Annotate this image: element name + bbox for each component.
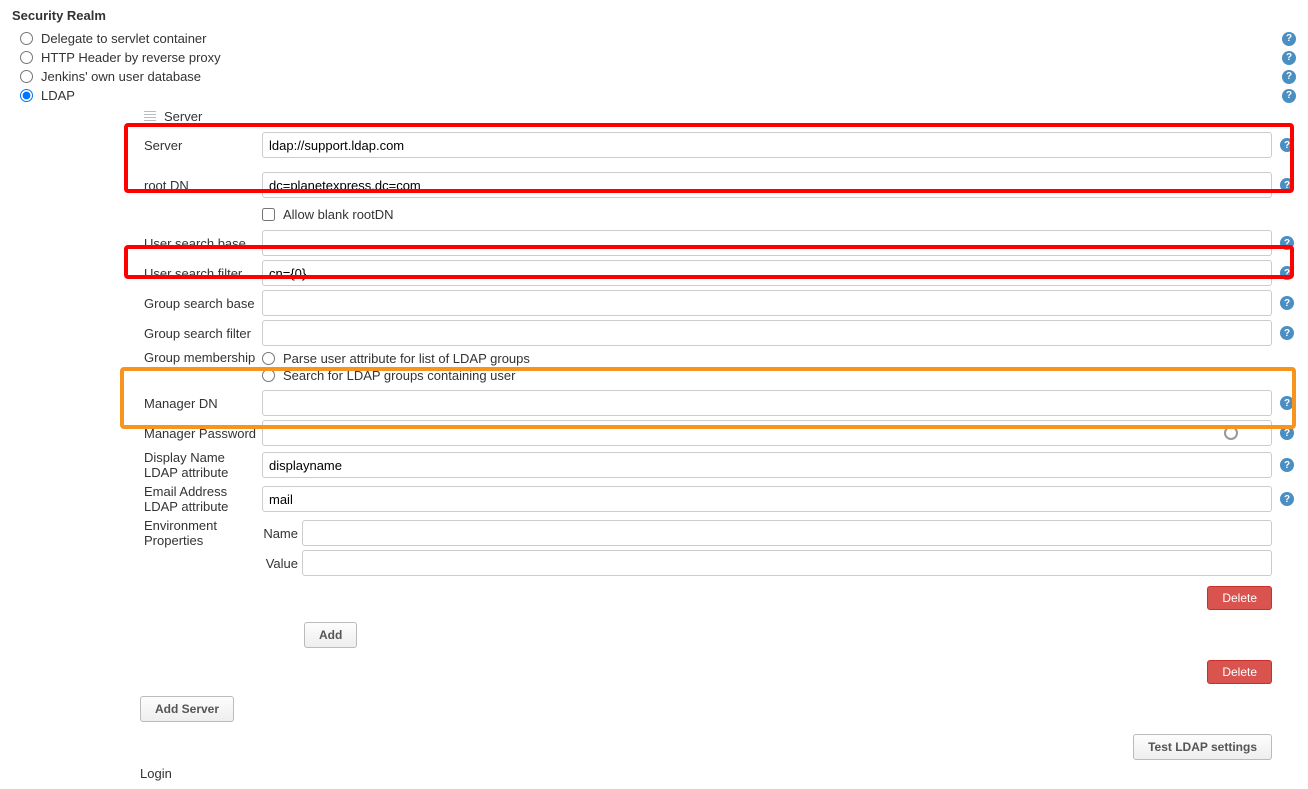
row-display-name-attr: Display Name LDAP attribute ? <box>102 448 1296 482</box>
realm-owndb-label: Jenkins' own user database <box>41 69 1278 84</box>
realm-httpheader-label: HTTP Header by reverse proxy <box>41 50 1278 65</box>
input-user-search-base[interactable] <box>262 230 1272 256</box>
help-icon[interactable]: ? <box>1280 178 1294 192</box>
label-server: Server <box>102 138 262 153</box>
gm-opt-search-label: Search for LDAP groups containing user <box>283 368 515 383</box>
realm-servlet-radio[interactable] <box>20 32 33 45</box>
row-manager-dn: Manager DN ? <box>102 388 1296 418</box>
label-group-search-filter: Group search filter <box>102 326 262 341</box>
label-display-name-attr: Display Name LDAP attribute <box>102 450 262 480</box>
help-icon[interactable]: ? <box>1280 426 1294 440</box>
env-value-label: Value <box>262 556 302 571</box>
realm-httpheader-row[interactable]: HTTP Header by reverse proxy ? <box>12 48 1296 67</box>
label-user-search-base: User search base <box>102 236 262 251</box>
help-icon[interactable]: ? <box>1280 326 1294 340</box>
label-env-props: Environment Properties <box>102 518 262 548</box>
input-group-search-filter[interactable] <box>262 320 1272 346</box>
section-title: Security Realm <box>12 8 1296 23</box>
password-key-icon[interactable] <box>1224 426 1238 440</box>
label-email-attr: Email Address LDAP attribute <box>102 484 262 514</box>
realm-httpheader-radio[interactable] <box>20 51 33 64</box>
login-label: Login <box>102 760 1296 781</box>
label-group-search-base: Group search base <box>102 296 262 311</box>
row-email-attr: Email Address LDAP attribute ? <box>102 482 1296 516</box>
realm-ldap-label: LDAP <box>41 88 1278 103</box>
row-root-dn: root DN ? <box>102 170 1296 200</box>
row-user-search-filter: User search filter ? <box>102 258 1296 288</box>
input-env-name[interactable] <box>302 520 1272 546</box>
help-icon[interactable]: ? <box>1280 266 1294 280</box>
row-group-membership: Group membership Parse user attribute fo… <box>102 348 1296 388</box>
label-manager-password: Manager Password <box>102 426 262 441</box>
help-icon[interactable]: ? <box>1280 236 1294 250</box>
input-group-search-base[interactable] <box>262 290 1272 316</box>
input-user-search-filter[interactable] <box>262 260 1272 286</box>
help-icon[interactable]: ? <box>1282 89 1296 103</box>
help-icon[interactable]: ? <box>1282 70 1296 84</box>
help-icon[interactable]: ? <box>1280 138 1294 152</box>
checkbox-allow-blank-rootdn[interactable] <box>262 208 275 221</box>
help-icon[interactable]: ? <box>1282 51 1296 65</box>
input-root-dn[interactable] <box>262 172 1272 198</box>
input-server[interactable] <box>262 132 1272 158</box>
test-ldap-button[interactable]: Test LDAP settings <box>1133 734 1272 760</box>
drag-handle-icon[interactable] <box>144 111 156 123</box>
add-server-button[interactable]: Add Server <box>140 696 234 722</box>
input-manager-password[interactable] <box>262 420 1272 446</box>
row-server: Server ? <box>102 130 1296 160</box>
label-allow-blank-rootdn: Allow blank rootDN <box>283 207 394 222</box>
row-env-props: Environment Properties Name Value <box>102 516 1296 580</box>
realm-ldap-row[interactable]: LDAP ? <box>12 86 1296 105</box>
realm-servlet-row[interactable]: Delegate to servlet container ? <box>12 29 1296 48</box>
help-icon[interactable]: ? <box>1282 32 1296 46</box>
realm-owndb-radio[interactable] <box>20 70 33 83</box>
gm-opt-parse-radio[interactable] <box>262 352 275 365</box>
row-user-search-base: User search base ? <box>102 228 1296 258</box>
row-allow-blank-rootdn: Allow blank rootDN <box>102 200 1296 228</box>
realm-servlet-label: Delegate to servlet container <box>41 31 1278 46</box>
row-manager-password: Manager Password ? <box>102 418 1296 448</box>
label-user-search-filter: User search filter <box>102 266 262 281</box>
label-manager-dn: Manager DN <box>102 396 262 411</box>
row-group-search-filter: Group search filter ? <box>102 318 1296 348</box>
env-name-label: Name <box>262 526 302 541</box>
ldap-config-block: Server Server ? root DN ? Allow blank ro… <box>102 105 1296 781</box>
row-group-search-base: Group search base ? <box>102 288 1296 318</box>
realm-owndb-row[interactable]: Jenkins' own user database ? <box>12 67 1296 86</box>
input-env-value[interactable] <box>302 550 1272 576</box>
gm-opt-search-radio[interactable] <box>262 369 275 382</box>
input-email-attr[interactable] <box>262 486 1272 512</box>
realm-ldap-radio[interactable] <box>20 89 33 102</box>
help-icon[interactable]: ? <box>1280 396 1294 410</box>
delete-server-button[interactable]: Delete <box>1207 660 1272 684</box>
server-header: Server <box>102 105 1296 128</box>
gm-opt-parse-row[interactable]: Parse user attribute for list of LDAP gr… <box>262 350 530 367</box>
label-group-membership: Group membership <box>102 350 262 365</box>
delete-envprop-button[interactable]: Delete <box>1207 586 1272 610</box>
gm-opt-parse-label: Parse user attribute for list of LDAP gr… <box>283 351 530 366</box>
help-icon[interactable]: ? <box>1280 492 1294 506</box>
gm-opt-search-row[interactable]: Search for LDAP groups containing user <box>262 367 515 384</box>
help-icon[interactable]: ? <box>1280 296 1294 310</box>
input-manager-dn[interactable] <box>262 390 1272 416</box>
add-envprop-button[interactable]: Add <box>304 622 357 648</box>
help-icon[interactable]: ? <box>1280 458 1294 472</box>
input-display-name-attr[interactable] <box>262 452 1272 478</box>
server-header-label: Server <box>164 109 202 124</box>
label-root-dn: root DN <box>102 178 262 193</box>
